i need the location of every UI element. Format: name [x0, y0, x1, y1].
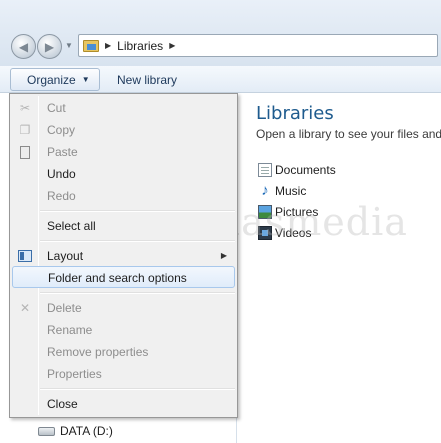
breadcrumb-chevron-icon[interactable]: ▶: [105, 41, 111, 50]
paste-icon: [17, 144, 33, 160]
list-item-documents[interactable]: Documents: [258, 159, 336, 180]
menu-separator: [40, 292, 235, 294]
menu-item-remove-properties[interactable]: Remove properties: [12, 341, 235, 363]
address-bar[interactable]: ▶ Libraries ▶: [78, 34, 438, 57]
menu-separator: [40, 240, 235, 242]
layout-icon: [17, 248, 33, 264]
menu-item-close[interactable]: Close: [12, 393, 235, 415]
menu-item-label: Properties: [47, 367, 102, 381]
menu-item-label: Paste: [47, 145, 78, 159]
menu-item-cut[interactable]: ✂ Cut: [12, 97, 235, 119]
page-subtitle: Open a library to see your files and: [256, 127, 441, 141]
menu-item-paste[interactable]: Paste: [12, 141, 235, 163]
submenu-arrow-icon: ▶: [220, 251, 227, 260]
breadcrumb-chevron-icon[interactable]: ▶: [169, 41, 175, 50]
menu-separator: [40, 210, 235, 212]
menu-item-folder-search-options[interactable]: Folder and search options: [12, 266, 235, 288]
menu-item-label: Folder and search options: [48, 271, 187, 285]
menu-item-undo[interactable]: Undo: [12, 163, 235, 185]
menu-item-label: Delete: [47, 301, 82, 315]
menu-item-copy[interactable]: ❐ Copy: [12, 119, 235, 141]
title-bar: ◀ ▶ ▼ ▶ Libraries ▶: [0, 0, 441, 66]
menu-item-label: Undo: [47, 167, 76, 181]
drive-label: DATA (D:): [60, 424, 113, 438]
chevron-down-icon: ▼: [81, 75, 90, 84]
back-arrow-icon: ◀: [18, 39, 29, 54]
page-title: Libraries: [256, 103, 334, 124]
menu-item-select-all[interactable]: Select all: [12, 215, 235, 237]
copy-icon: ❐: [19, 123, 31, 137]
menu-item-properties[interactable]: Properties: [12, 363, 235, 385]
menu-item-label: Redo: [47, 189, 76, 203]
forward-arrow-icon: ▶: [44, 39, 55, 54]
drive-icon: [38, 426, 55, 436]
menu-item-label: Rename: [47, 323, 93, 337]
new-library-button[interactable]: New library: [117, 73, 177, 87]
menu-item-label: Remove properties: [47, 345, 149, 359]
menu-item-label: Layout: [47, 249, 84, 263]
forward-button[interactable]: ▶: [37, 34, 62, 59]
menu-item-label: Copy: [47, 123, 76, 137]
breadcrumb-libraries[interactable]: Libraries: [117, 39, 163, 53]
menu-separator: [40, 388, 235, 390]
menu-item-redo[interactable]: Redo: [12, 185, 235, 207]
library-label: Documents: [275, 162, 336, 177]
delete-icon: ✕: [19, 301, 31, 315]
documents-icon: [258, 162, 272, 177]
libraries-folder-icon: [83, 39, 99, 52]
organize-menu: ✂ Cut ❐ Copy Paste Undo Redo Select all …: [9, 93, 238, 418]
list-item-music[interactable]: ♪ Music: [258, 180, 336, 201]
nav-item-data-drive[interactable]: DATA (D:): [38, 424, 113, 438]
scissors-icon: ✂: [19, 101, 31, 115]
command-bar: Organize ▼ New library: [0, 66, 441, 93]
organize-button[interactable]: Organize ▼: [10, 68, 100, 91]
menu-item-label: Cut: [47, 101, 66, 115]
menu-item-layout[interactable]: Layout ▶: [12, 245, 235, 267]
back-button[interactable]: ◀: [11, 34, 36, 59]
menu-item-label: Select all: [47, 219, 96, 233]
menu-item-delete[interactable]: ✕ Delete: [12, 297, 235, 319]
library-label: Music: [275, 183, 307, 198]
menu-item-rename[interactable]: Rename: [12, 319, 235, 341]
recent-pages-dropdown-icon[interactable]: ▼: [65, 41, 73, 50]
music-icon: ♪: [261, 181, 269, 199]
menu-item-label: Close: [47, 397, 78, 411]
organize-label: Organize: [27, 72, 76, 87]
